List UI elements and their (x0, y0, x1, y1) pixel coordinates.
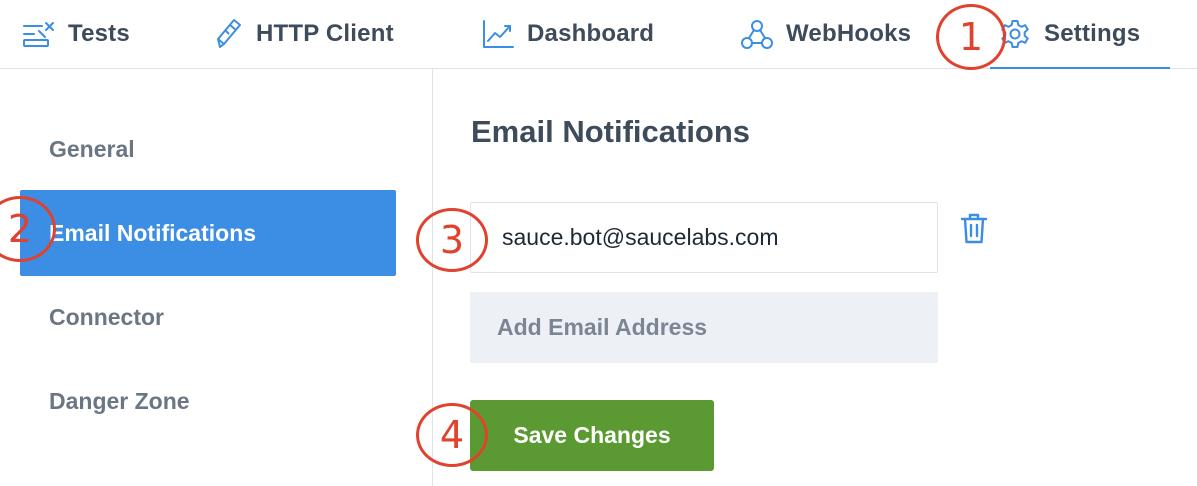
pencil-icon (210, 17, 244, 51)
checklist-icon (22, 17, 56, 51)
webhook-icon (740, 17, 774, 51)
tab-webhooks-label: WebHooks (786, 20, 912, 47)
gear-icon (998, 17, 1032, 51)
tab-http-client-label: HTTP Client (256, 20, 394, 47)
tab-tests-label: Tests (68, 20, 130, 47)
sidebar-item-label: General (49, 135, 135, 162)
sidebar-item-general[interactable]: General (20, 106, 396, 192)
settings-sidebar: General Email Notifications Connector Da… (0, 69, 433, 486)
tab-dashboard-label: Dashboard (527, 20, 655, 47)
top-navigation: Tests HTTP Client Dashboard WebHooks Set… (0, 0, 1197, 69)
sidebar-item-label: Danger Zone (49, 387, 190, 414)
line-chart-icon (481, 17, 515, 51)
sidebar-item-danger-zone[interactable]: Danger Zone (20, 358, 396, 444)
sidebar-item-email-notifications[interactable]: Email Notifications (20, 190, 396, 276)
sidebar-item-label: Email Notifications (49, 219, 257, 246)
save-changes-button[interactable]: Save Changes (470, 400, 714, 471)
tab-dashboard[interactable]: Dashboard (481, 0, 654, 68)
sidebar-item-label: Connector (49, 303, 164, 330)
sidebar-item-connector[interactable]: Connector (20, 274, 396, 360)
tab-tests[interactable]: Tests (22, 0, 130, 68)
tab-webhooks[interactable]: WebHooks (740, 0, 911, 68)
trash-icon[interactable] (958, 211, 990, 247)
add-email-address-button[interactable]: Add Email Address (470, 292, 938, 363)
tab-settings-label: Settings (1044, 20, 1141, 47)
tab-http-client[interactable]: HTTP Client (210, 0, 394, 68)
page-title: Email Notifications (471, 114, 751, 149)
tab-settings[interactable]: Settings (989, 0, 1171, 69)
email-field[interactable] (470, 202, 938, 273)
